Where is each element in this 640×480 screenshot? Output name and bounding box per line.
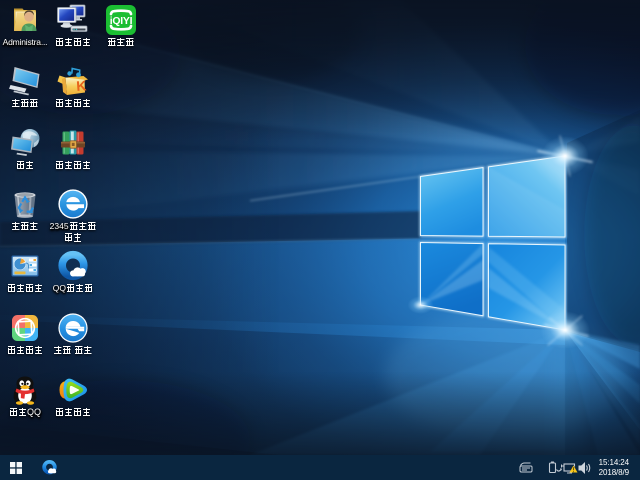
svg-text:K: K [76, 77, 87, 94]
svg-text:iQIYI: iQIYI [110, 15, 133, 27]
